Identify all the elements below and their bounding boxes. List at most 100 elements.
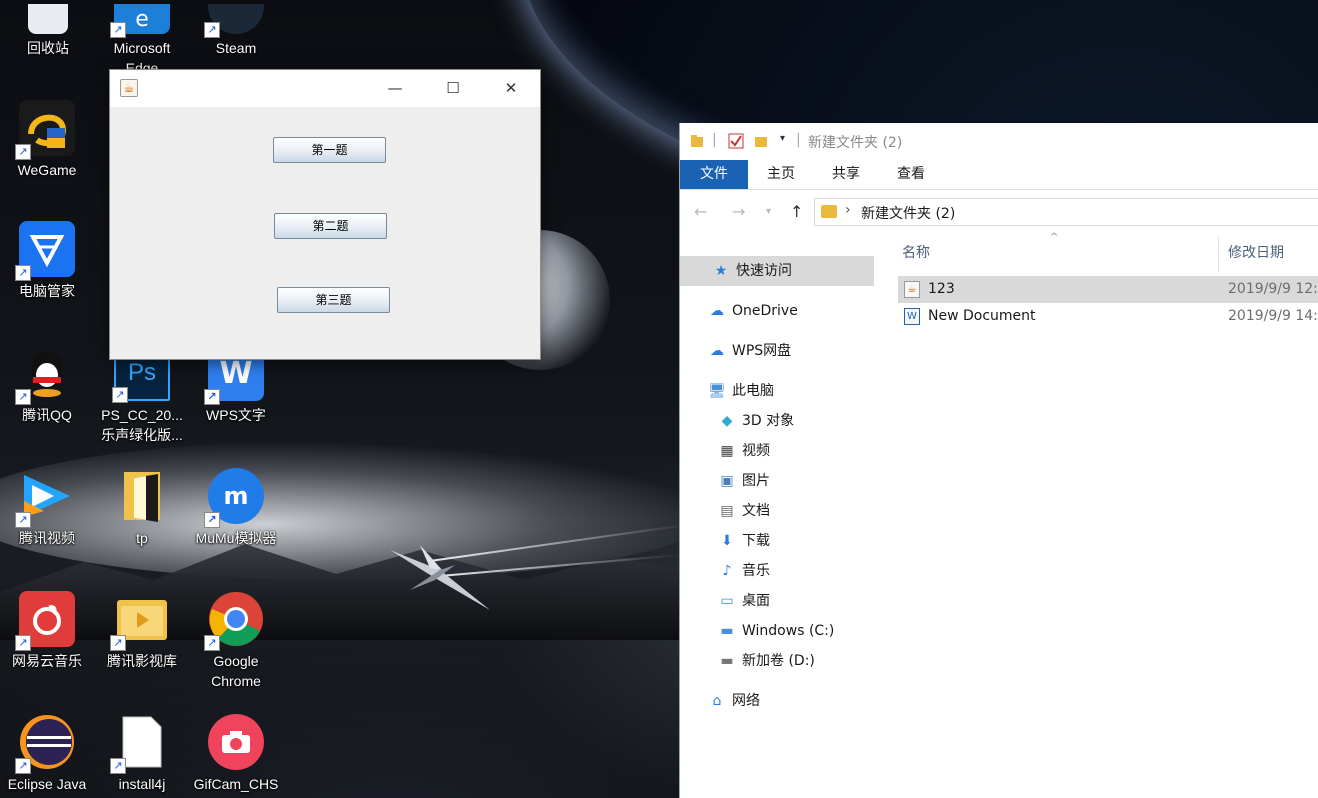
desktop-icon-eclipse[interactable]: ↗ Eclipse Java <box>1 714 93 794</box>
mumu-icon: m ↗ <box>204 468 264 528</box>
gifcam-icon <box>208 714 264 770</box>
question-2-button[interactable]: 第二题 <box>274 213 387 239</box>
desktop-icon-recycle-bin[interactable]: 回收站 <box>2 4 94 58</box>
minimize-button[interactable]: — <box>366 70 424 107</box>
network-icon: ⌂ <box>712 693 722 709</box>
tab-home[interactable]: 主页 <box>761 160 801 189</box>
nav-network[interactable]: ⌂ 网络 <box>680 686 760 716</box>
up-arrow-icon[interactable]: ↑ <box>790 202 803 221</box>
folder-icon <box>691 135 703 147</box>
desktop-icon-wegame[interactable]: ↗ WeGame <box>1 100 93 180</box>
file-explorer-window[interactable]: | ▾ | 新建文件夹 (2) 文件 主页 共享 查看 ← → ▾ ↑ › 新建… <box>679 123 1318 798</box>
forward-arrow-icon[interactable]: → <box>732 202 745 221</box>
tab-share[interactable]: 共享 <box>826 160 866 189</box>
nav-music[interactable]: ♪ 音乐 <box>680 556 770 586</box>
tab-file[interactable]: 文件 <box>680 160 748 189</box>
file-row-123[interactable]: ☕ 123 2019/9/9 12: <box>898 276 1318 303</box>
nav-quick-access[interactable]: ★ 快速访问 <box>680 256 874 286</box>
desktop-icon-gifcam[interactable]: GifCam_CHS <box>190 714 282 794</box>
chrome-icon: ↗ <box>204 591 264 651</box>
steam-icon: ↗ <box>204 4 264 38</box>
shortcut-arrow-icon: ↗ <box>15 144 31 160</box>
film-icon: ▦ <box>720 443 734 459</box>
shortcut-arrow-icon: ↗ <box>15 389 31 405</box>
tab-view[interactable]: 查看 <box>891 160 931 189</box>
nav-wps-cloud[interactable]: ☁ WPS网盘 <box>680 336 791 366</box>
desktop-icon-photoshop[interactable]: Ps ↗ PS_CC_20... 乐声绿化版... <box>96 345 188 445</box>
tencent-video-icon: ↗ <box>15 468 75 528</box>
eclipse-icon: ↗ <box>15 714 75 774</box>
computer-icon: 🖥 <box>708 383 726 399</box>
desktop-icon-tencent-video[interactable]: ↗ 腾讯视频 <box>1 468 93 548</box>
shortcut-arrow-icon: ↗ <box>15 758 31 774</box>
star-icon: ★ <box>714 263 728 279</box>
java-swing-window[interactable]: ☕ — ☐ ✕ 第一题 第二题 第三题 <box>109 69 541 360</box>
question-1-button[interactable]: 第一题 <box>273 137 386 163</box>
nav-videos[interactable]: ▦ 视频 <box>680 436 770 466</box>
nav-pictures[interactable]: ▣ 图片 <box>680 466 770 496</box>
desktop-icon-steam[interactable]: ↗ Steam <box>190 4 282 58</box>
nav-documents[interactable]: ▤ 文档 <box>680 496 770 526</box>
shortcut-arrow-icon: ↗ <box>15 512 31 528</box>
sort-ascending-icon: ^ <box>1050 232 1059 243</box>
wps-document-icon: W <box>904 308 920 325</box>
navigation-pane: ★ 快速访问 ☁ OneDrive ☁ WPS网盘 🖥 此电脑 ◆ 3D 对象 ▦ 视频 ▣… <box>680 234 890 798</box>
explorer-window-title: 新建文件夹 (2) <box>808 135 903 151</box>
desktop-icon-pc-manager[interactable]: ↗ 电脑管家 <box>1 221 93 301</box>
cube-icon: ◆ <box>721 413 733 429</box>
close-button[interactable]: ✕ <box>482 70 540 107</box>
shortcut-arrow-icon: ↗ <box>204 22 220 38</box>
ribbon-tabs: 文件 主页 共享 查看 <box>680 160 1318 190</box>
drive-icon: ▬ <box>720 653 734 669</box>
download-icon: ⬇ <box>721 533 733 549</box>
desktop-icon-qq[interactable]: ↗ 腾讯QQ <box>1 345 93 425</box>
java-cup-icon: ☕ <box>120 79 138 97</box>
pc-manager-icon: ↗ <box>15 221 75 281</box>
recent-locations-chevron-icon[interactable]: ▾ <box>766 206 771 217</box>
column-header-name[interactable]: 名称 <box>902 242 930 262</box>
nav-drive-d[interactable]: ▬ 新加卷 (D:) <box>680 646 815 676</box>
nav-3d-objects[interactable]: ◆ 3D 对象 <box>680 406 795 436</box>
quick-access-toolbar: | ▾ | 新建文件夹 (2) <box>680 123 1318 160</box>
desktop-icon-chrome[interactable]: ↗ Google Chrome <box>190 591 282 691</box>
drive-icon: ▬ <box>720 623 734 639</box>
new-folder-icon[interactable] <box>754 134 768 148</box>
edge-icon: e ↗ <box>110 4 170 38</box>
java-file-icon: ☕ <box>904 281 920 298</box>
breadcrumb-chevron-icon[interactable]: › <box>845 202 851 218</box>
customize-toolbar-icon[interactable]: ▾ <box>780 133 785 144</box>
desktop-icon-install4j[interactable]: ↗ install4j <box>96 714 188 794</box>
cloud-outline-icon: ☁ <box>710 343 724 359</box>
toolbar-divider: | <box>712 132 717 148</box>
folder-icon <box>114 468 170 524</box>
desktop-icon-mumu[interactable]: m ↗ MuMu模拟器 <box>190 468 282 548</box>
desktop-icon-media-library[interactable]: ↗ 腾讯影视库 <box>96 591 188 671</box>
nav-desktop[interactable]: ▭ 桌面 <box>680 586 770 616</box>
desktop-icon-netease-music[interactable]: ↗ 网易云音乐 <box>1 591 93 671</box>
document-icon: ▤ <box>720 503 734 519</box>
properties-check-icon[interactable] <box>728 133 744 149</box>
column-divider[interactable] <box>1218 236 1219 272</box>
desktop-icon-tp-folder[interactable]: tp <box>96 468 188 548</box>
nav-onedrive[interactable]: ☁ OneDrive <box>680 296 798 326</box>
recycle-bin-icon <box>28 4 68 34</box>
nav-this-pc[interactable]: 🖥 此电脑 <box>680 376 774 406</box>
question-3-button[interactable]: 第三题 <box>277 287 390 313</box>
breadcrumb-current-folder[interactable]: 新建文件夹 (2) <box>861 203 955 223</box>
nav-downloads[interactable]: ⬇ 下载 <box>680 526 770 556</box>
column-header-modified[interactable]: 修改日期 <box>1228 242 1284 262</box>
maximize-button[interactable]: ☐ <box>424 70 482 107</box>
swing-title-bar[interactable]: ☕ — ☐ ✕ <box>110 70 540 107</box>
shortcut-arrow-icon: ↗ <box>204 635 220 651</box>
music-icon: ♪ <box>722 563 732 579</box>
document-icon: ↗ <box>110 714 170 774</box>
nav-drive-c[interactable]: ▬ Windows (C:) <box>680 616 834 646</box>
address-bar[interactable]: › 新建文件夹 (2) <box>814 198 1318 226</box>
address-toolbar: ← → ▾ ↑ › 新建文件夹 (2) <box>680 190 1318 234</box>
desktop-icon-edge[interactable]: e ↗ Microsoft Edge <box>96 4 188 78</box>
wegame-icon: ↗ <box>15 100 75 160</box>
file-list-pane: ^ 名称 修改日期 ☕ 123 2019/9/9 12: W New Docum… <box>890 232 1318 798</box>
cloud-icon: ☁ <box>710 303 724 319</box>
file-row-new-document[interactable]: W New Document 2019/9/9 14: <box>898 303 1318 330</box>
back-arrow-icon[interactable]: ← <box>694 202 707 221</box>
